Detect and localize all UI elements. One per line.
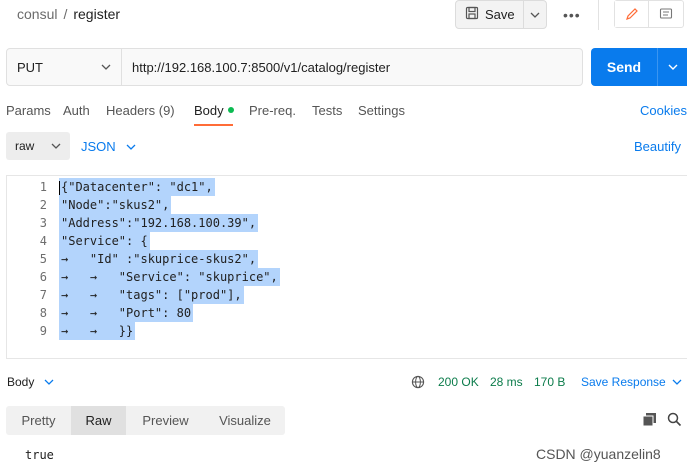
save-response-button[interactable]: Save Response [581,375,682,389]
save-response-label: Save Response [581,375,666,389]
code-line: 4 "Service": { [7,232,687,250]
code-text: {"Datacenter": "dc1", [59,178,215,196]
active-tab-indicator [194,124,233,126]
response-section-toggle[interactable]: Body [7,375,54,389]
body-format-label: JSON [81,139,116,154]
tab-tests[interactable]: Tests [312,103,342,118]
tab-headers[interactable]: Headers (9) [106,103,175,118]
chevron-down-icon [126,144,136,150]
send-button[interactable]: Send [591,48,657,86]
side-panel-toggle-group [614,0,684,28]
code-text: → → "Service": "skuprice", [59,268,280,286]
breadcrumb-request[interactable]: register [73,6,120,22]
request-body-editor[interactable]: 1 {"Datacenter": "dc1", 2 "Node":"skus2", … [6,175,687,359]
comment-icon [659,8,673,19]
more-actions-button[interactable]: ••• [563,7,581,23]
tab-settings[interactable]: Settings [358,103,405,118]
tab-body[interactable]: Body [194,103,234,118]
body-format-select[interactable]: JSON [81,139,136,154]
chevron-down-icon [668,64,677,70]
send-button-group: Send [591,48,687,86]
request-url-bar: PUT http://192.168.100.7:8500/v1/catalog… [6,48,583,86]
breadcrumb-collection[interactable]: consul [17,6,57,22]
code-text: → "Id" :"skuprice-skus2", [59,250,259,268]
response-time[interactable]: 28 ms [490,375,523,389]
copy-icon[interactable] [642,412,657,430]
save-options-dropdown[interactable] [524,1,546,28]
save-button-group: Save [455,0,547,29]
line-number: 4 [39,234,47,248]
url-input[interactable]: http://192.168.100.7:8500/v1/catalog/reg… [122,49,582,85]
view-tab-visualize[interactable]: Visualize [205,406,285,435]
globe-icon[interactable] [411,375,425,392]
tab-params[interactable]: Params [6,103,51,118]
line-number: 9 [39,324,47,338]
body-type-select[interactable]: raw [6,132,70,160]
line-number: 3 [39,216,47,230]
line-number: 7 [39,288,47,302]
search-icon[interactable] [667,412,682,430]
code-line: 3 "Address":"192.168.100.39", [7,214,687,232]
response-body: true [25,448,54,462]
body-mode-row: raw JSON Beautify [0,132,687,162]
cookies-link[interactable]: Cookies [640,103,687,118]
tab-pre-request[interactable]: Pre-req. [249,103,296,118]
response-size[interactable]: 170 B [534,375,565,389]
save-label: Save [485,7,515,22]
chevron-down-icon [530,12,540,18]
breadcrumb: consul / register [17,6,120,22]
request-tabs: Params Auth Headers (9) Body Pre-req. Te… [0,100,687,128]
toolbar-divider [598,0,599,30]
code-text: → → "Port": 80 [59,304,194,322]
save-icon [465,6,479,23]
view-tab-raw[interactable]: Raw [71,406,126,435]
code-line: 1 {"Datacenter": "dc1", [7,178,687,196]
code-text: "Node":"skus2", [59,196,172,214]
code-line: 2 "Node":"skus2", [7,196,687,214]
line-number: 1 [39,180,47,194]
response-status-bar: Body 200 OK 28 ms 170 B Save Response [0,370,687,396]
tab-body-label: Body [194,103,224,118]
top-bar: consul / register Save ••• [0,0,687,30]
code-line: 6 → → "Service": "skuprice", [7,268,687,286]
send-options-dropdown[interactable] [657,48,687,86]
code-text: "Service": { [59,232,150,250]
code-line: 9 → → }} [7,322,687,340]
edit-button[interactable] [615,1,649,27]
line-number: 8 [39,306,47,320]
code-text: → → }} [59,322,136,340]
code-text: "Address":"192.168.100.39", [59,214,259,232]
body-type-label: raw [15,139,35,153]
chevron-down-icon [44,379,54,385]
response-view-tabs: Pretty Raw Preview Visualize [6,406,285,435]
response-status[interactable]: 200 OK [438,375,479,389]
view-tab-preview[interactable]: Preview [126,406,205,435]
line-number: 2 [39,198,47,212]
save-button[interactable]: Save [456,1,524,28]
line-number: 5 [39,252,47,266]
pencil-icon [625,8,638,20]
response-section-label: Body [7,375,35,389]
code-line: 7 → → "tags": ["prod"], [7,286,687,304]
chevron-down-icon [672,379,682,385]
watermark: CSDN @yuanzelin8 [536,446,661,462]
code-text: → → "tags": ["prod"], [59,286,244,304]
chevron-down-icon [51,143,61,149]
breadcrumb-separator: / [63,6,68,22]
documentation-button[interactable] [649,1,683,27]
view-tab-pretty[interactable]: Pretty [6,406,71,435]
method-select[interactable]: PUT [7,49,122,85]
beautify-button[interactable]: Beautify [634,139,681,154]
body-has-content-indicator [227,107,234,113]
code-line: 5 → "Id" :"skuprice-skus2", [7,250,687,268]
tab-auth[interactable]: Auth [63,103,90,118]
text-cursor [59,181,60,195]
method-label: PUT [17,59,43,75]
line-number: 6 [39,270,47,284]
chevron-down-icon [101,64,111,70]
code-line: 8 → → "Port": 80 [7,304,687,322]
